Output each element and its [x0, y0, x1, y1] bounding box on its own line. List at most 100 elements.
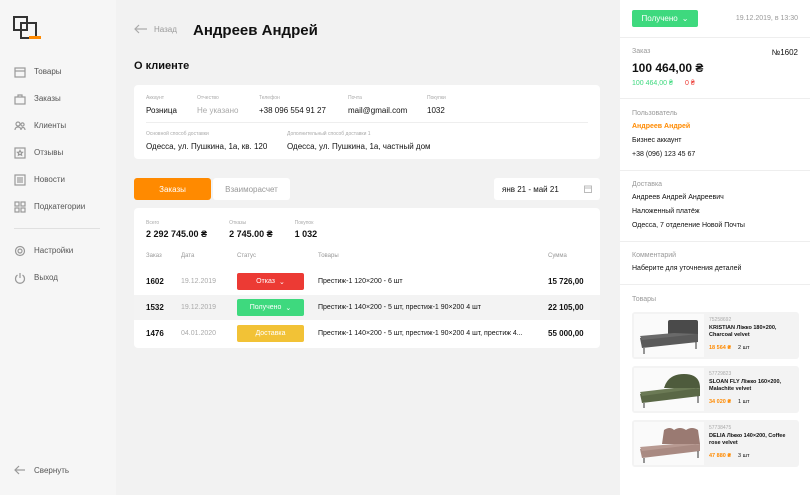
- status-dropdown[interactable]: Получено ⌄: [237, 299, 304, 316]
- email-label: Почта: [348, 95, 362, 101]
- user-type: Бизнес аккаунт: [632, 137, 682, 144]
- product-card[interactable]: 57738475 DELIA Ліжко 140×200, Coffee ros…: [632, 420, 799, 467]
- account-label: Аккаунт: [146, 95, 165, 101]
- product-name: DELIA Ліжко 140×200, Coffee rose velvet: [709, 433, 786, 446]
- column-header: Статус: [237, 253, 256, 259]
- gear-icon: [14, 245, 26, 256]
- divider: [620, 241, 810, 242]
- order-number: 1532: [146, 303, 164, 312]
- tabs: Заказы Взаиморасчет: [134, 178, 290, 200]
- product-sku: 57729823: [709, 371, 732, 377]
- nav-divider: [14, 228, 100, 229]
- column-header: Заказ: [146, 253, 162, 259]
- table-row[interactable]: 1532 19.12.2019 Получено ⌄ Престиж-1 140×…: [134, 295, 600, 320]
- order-status-dropdown[interactable]: Получено ⌄: [632, 10, 698, 27]
- address2-value: Одесса, ул. Пушкина, 1а, частный дом: [287, 142, 431, 151]
- phone-field: Телефон +38 096 554 91 27: [259, 95, 326, 115]
- order-datetime: 19.12.2019, в 13:30: [735, 15, 798, 22]
- back-button[interactable]: Назад: [134, 24, 177, 34]
- power-icon: [14, 272, 26, 284]
- sidebar-item-news[interactable]: Новости: [14, 166, 104, 193]
- sidebar-item-logout[interactable]: Выход: [14, 264, 104, 291]
- calendar-icon: [584, 185, 592, 193]
- user-name-link[interactable]: Андреев Андрей: [632, 123, 690, 130]
- account-field: Аккаунт Розница: [146, 95, 177, 115]
- order-date: 19.12.2019: [181, 278, 217, 285]
- order-items: Престиж-1 140×200 - 5 шт, престиж-1 90×2…: [318, 304, 481, 311]
- patronymic-field: Отчество Не указано: [197, 95, 238, 115]
- order-number: №1602: [771, 48, 798, 57]
- email-value: mail@gmail.com: [348, 106, 408, 115]
- tab-orders[interactable]: Заказы: [134, 178, 211, 200]
- order-detail-panel: Получено ⌄ 19.12.2019, в 13:30 Заказ №160…: [620, 0, 810, 495]
- column-header: Товары: [318, 253, 339, 259]
- chevron-down-icon: ⌄: [681, 14, 689, 23]
- product-image: [634, 422, 704, 465]
- order-amount-due: 0 ₴: [685, 80, 695, 87]
- order-sum: 22 105,00: [548, 303, 584, 312]
- order-items: Престиж-1 120×200 - 6 шт: [318, 278, 403, 285]
- product-sku: 57738475: [709, 425, 732, 431]
- table-row[interactable]: 1602 19.12.2019 Отказ ⌄ Престиж-1 120×200…: [134, 269, 600, 294]
- order-items: Престиж-1 140×200 - 5 шт, престиж-1 90×2…: [318, 330, 523, 337]
- tab-mutual-settlements[interactable]: Взаиморасчет: [213, 178, 290, 200]
- delivery-name: Андреев Андрей Андреевич: [632, 194, 724, 201]
- status-dropdown[interactable]: Отказ ⌄: [237, 273, 304, 290]
- order-number: 1602: [146, 277, 164, 286]
- main-content: Назад Андреев Андрей О клиенте Аккаунт Р…: [116, 0, 620, 495]
- sidebar-item-orders[interactable]: Заказы: [14, 85, 104, 112]
- status-badge[interactable]: Доставка: [237, 325, 304, 342]
- sidebar-nav: Товары Заказы Клиенты Отзывы Новости Под…: [14, 58, 104, 291]
- sidebar-item-settings[interactable]: Настройки: [14, 237, 104, 264]
- date-range-picker[interactable]: янв 21 - май 21: [494, 178, 600, 200]
- stat-purchases: Покупок 1 032: [295, 220, 318, 239]
- orders-card: Всего 2 292 745.00 ₴ Отказы 2 745.00 ₴ П…: [134, 208, 600, 348]
- grid-icon: [14, 200, 26, 213]
- comment-label: Комментарий: [632, 252, 677, 259]
- column-header: Дата: [181, 253, 195, 259]
- address1-value: Одесса, ул. Пушкина, 1а, кв. 120: [146, 142, 268, 151]
- collapse-button[interactable]: Свернуть: [14, 464, 69, 476]
- client-section-title: О клиенте: [134, 60, 190, 72]
- sidebar-item-label: Отзывы: [34, 148, 64, 157]
- table-row[interactable]: 1476 04.01.2020 Доставка Престиж-1 140×2…: [134, 321, 600, 346]
- product-qty: 3 шт: [738, 453, 750, 459]
- account-value: Розница: [146, 106, 177, 115]
- arrow-left-icon: [14, 465, 25, 475]
- order-sum: 55 000,00: [548, 329, 584, 338]
- product-qty: 2 шт: [738, 345, 750, 351]
- sidebar-item-subcategories[interactable]: Подкатегории: [14, 193, 104, 220]
- order-amount: 100 464,00 ₴: [632, 61, 704, 75]
- status-label: Доставка: [255, 330, 286, 337]
- stat-total-label: Всего: [146, 220, 160, 226]
- sidebar-item-label: Настройки: [34, 246, 74, 255]
- users-icon: [14, 120, 26, 130]
- product-card[interactable]: 75258692 KRISTIAN Ліжко 180×200, Charcoa…: [632, 312, 799, 359]
- product-name: SLOAN FLY Ліжко 160×200, Malachite velve…: [709, 379, 782, 392]
- sidebar-item-label: Подкатегории: [34, 202, 86, 211]
- orders-table-header: Заказ Дата Статус Товары Сумма: [134, 253, 600, 267]
- product-card[interactable]: 57729823 SLOAN FLY Ліжко 160×200, Malach…: [632, 366, 799, 413]
- purchases-label: Покупки: [427, 95, 446, 101]
- product-price: 34 020 ₴: [709, 399, 732, 405]
- purchases-value: 1032: [427, 106, 445, 115]
- divider: [620, 98, 810, 99]
- box-icon: [14, 66, 26, 78]
- stat-purchases-label: Покупок: [294, 220, 314, 226]
- stat-refunds-value: 2 745.00 ₴: [229, 229, 273, 239]
- sidebar-item-clients[interactable]: Клиенты: [14, 112, 104, 139]
- logo: [13, 16, 41, 39]
- sidebar-item-products[interactable]: Товары: [14, 58, 104, 85]
- order-amount-paid: 100 464,00 ₴: [632, 80, 673, 87]
- status-label: Отказ: [256, 278, 276, 285]
- sidebar-item-reviews[interactable]: Отзывы: [14, 139, 104, 166]
- stat-total-value: 2 292 745.00 ₴: [146, 229, 208, 239]
- sidebar-item-label: Выход: [34, 273, 58, 282]
- patronymic-value: Не указано: [197, 106, 239, 115]
- email-field: Почта mail@gmail.com: [348, 95, 407, 115]
- user-label: Пользователь: [632, 110, 678, 117]
- order-number: 1476: [146, 329, 164, 338]
- order-date: 19.12.2019: [181, 304, 217, 311]
- review-icon: [14, 146, 26, 159]
- order-panel-header: Получено ⌄ 19.12.2019, в 13:30: [632, 10, 798, 27]
